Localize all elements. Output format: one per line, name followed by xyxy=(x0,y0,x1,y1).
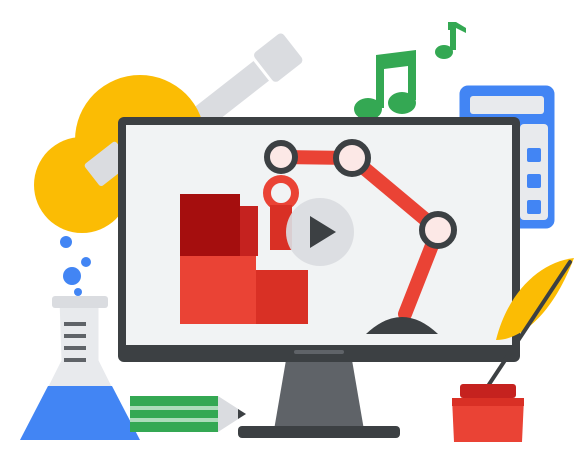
monitor xyxy=(118,117,520,438)
pencil-icon xyxy=(130,396,246,432)
bubble xyxy=(60,236,72,248)
bubble xyxy=(63,267,81,285)
music-note-icon xyxy=(354,22,466,120)
bubble xyxy=(74,288,82,296)
bubble xyxy=(81,257,91,267)
play-button[interactable] xyxy=(286,198,354,266)
illustration-canvas xyxy=(17,22,574,442)
illustration xyxy=(0,0,579,455)
ink-pot-icon xyxy=(452,384,524,442)
